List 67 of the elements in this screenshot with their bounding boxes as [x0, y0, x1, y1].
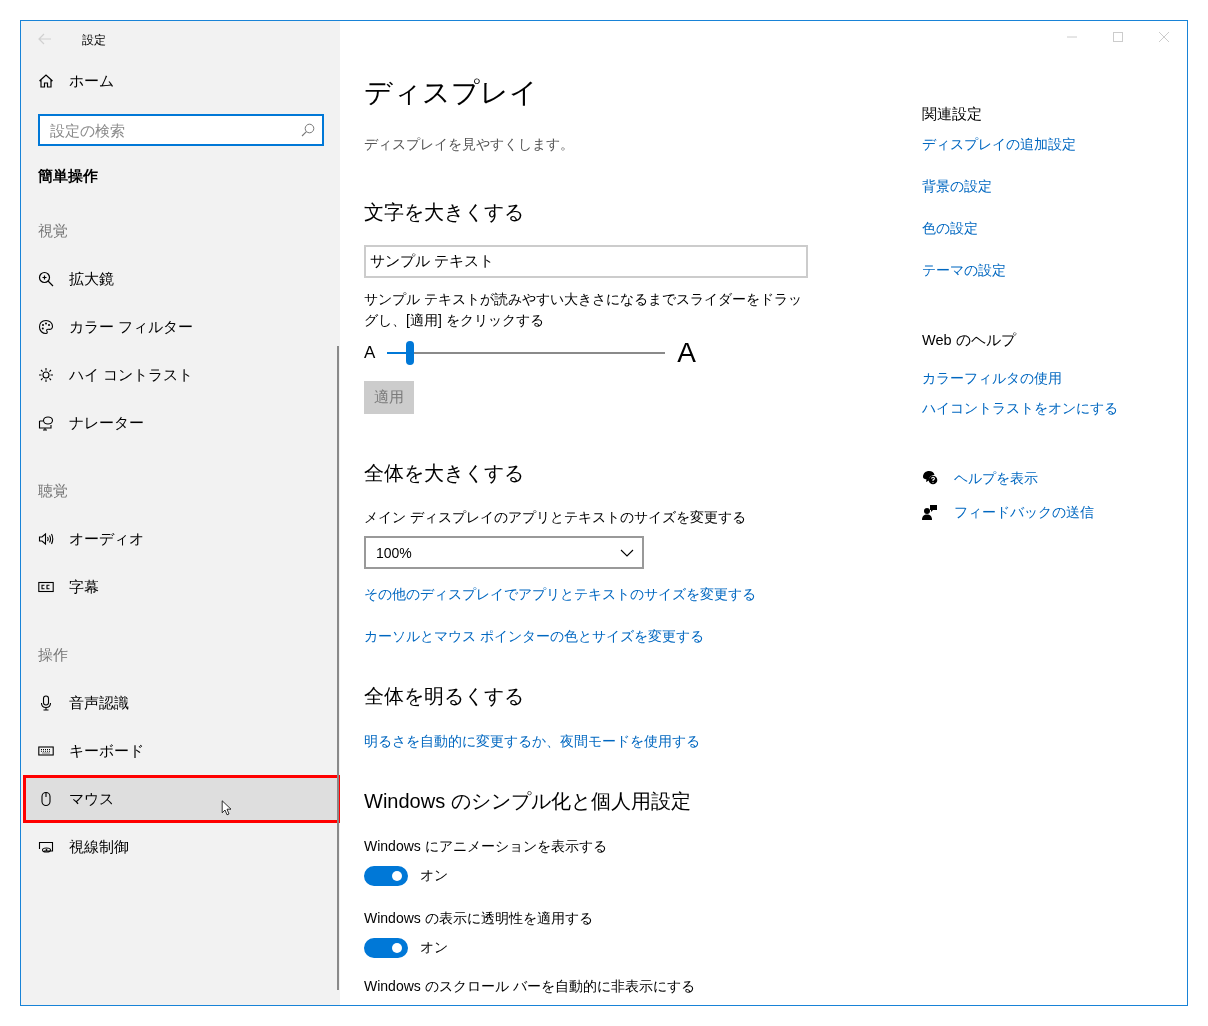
setting-label: Windows にアニメーションを表示する: [364, 837, 607, 856]
help-link[interactable]: ハイコントラストをオンにする: [922, 398, 1118, 418]
section-heading: Windows のシンプル化と個人用設定: [364, 789, 691, 814]
section-heading: 聴覚: [38, 481, 68, 501]
setting-label: Windows の表示に透明性を適用する: [364, 909, 593, 928]
slider-thumb[interactable]: [405, 341, 414, 365]
page-title: ディスプレイ: [364, 76, 538, 110]
related-link[interactable]: 背景の設定: [922, 176, 992, 196]
toggle-state: オン: [420, 867, 448, 885]
person-feedback-icon: [922, 504, 938, 520]
toggle-switch[interactable]: [364, 866, 408, 886]
nav-item[interactable]: キーボード: [23, 727, 340, 775]
support-link[interactable]: フィードバックの送信: [954, 502, 1094, 522]
eye-monitor-icon: [38, 839, 54, 855]
settings-link[interactable]: 明るさを自動的に変更するか、夜間モードを使用する: [364, 731, 700, 751]
chevron-down-icon: [620, 548, 634, 557]
page-subtitle: ディスプレイを見やすくします。: [364, 135, 574, 154]
setting-label: Windows のスクロール バーを自動的に非表示にする: [364, 977, 695, 996]
keyboard-icon: [38, 743, 54, 759]
palette-icon: [38, 319, 54, 335]
home-icon: [38, 73, 54, 89]
instruction-text: サンプル テキストが読みやすい大きさになるまでスライダーをドラッグし、[適用] をクリックする: [364, 290, 803, 330]
related-link[interactable]: ディスプレイの追加設定: [922, 134, 1076, 154]
nav-item[interactable]: 字幕: [23, 563, 340, 611]
nav-item[interactable]: 音声認識: [23, 679, 340, 727]
nav-item[interactable]: 拡大鏡: [23, 255, 340, 303]
section-heading: 視覚: [38, 221, 68, 241]
section-heading: 操作: [38, 645, 68, 665]
section-heading: 全体を大きくする: [364, 461, 524, 486]
magnifier-icon: [38, 271, 54, 287]
support-link[interactable]: ヘルプを表示: [954, 468, 1038, 488]
help-heading: Web のヘルプ: [922, 331, 1016, 350]
section-heading: 全体を明るくする: [364, 684, 524, 709]
nav-item[interactable]: 視線制御: [23, 823, 340, 871]
large-a-label: A: [677, 337, 697, 369]
search-icon: [301, 123, 315, 137]
settings-link[interactable]: その他のディスプレイでアプリとテキストのサイズを変更する: [364, 584, 756, 604]
nav-item[interactable]: マウス: [23, 775, 340, 823]
section-heading: 文字を大きくする: [364, 200, 524, 225]
home-nav-item[interactable]: ホーム: [38, 57, 324, 105]
search-field[interactable]: 設定の検索: [38, 114, 324, 146]
related-link[interactable]: テーマの設定: [922, 260, 1006, 280]
window-title: 設定: [82, 31, 106, 49]
settings-link[interactable]: カーソルとマウス ポインターの色とサイズを変更する: [364, 626, 704, 646]
small-a-label: A: [364, 343, 376, 363]
sample-text-field[interactable]: サンプル テキスト: [364, 245, 808, 278]
narrator-icon: [38, 415, 54, 431]
help-link[interactable]: カラーフィルタの使用: [922, 368, 1062, 388]
mouse-icon: [38, 791, 54, 807]
sun-icon: [38, 367, 54, 383]
microphone-icon: [38, 695, 54, 711]
scrollbar[interactable]: [337, 346, 339, 990]
nav-item[interactable]: ハイ コントラスト: [23, 351, 340, 399]
toggle-switch[interactable]: [364, 938, 408, 958]
nav-item[interactable]: オーディオ: [23, 515, 340, 563]
nav-item[interactable]: カラー フィルター: [23, 303, 340, 351]
chat-question-icon: [922, 470, 938, 486]
speaker-icon: [38, 531, 54, 547]
nav-item[interactable]: ナレーター: [23, 399, 340, 447]
toggle-state: オン: [420, 939, 448, 957]
category-title: 簡単操作: [38, 166, 99, 186]
related-link[interactable]: 色の設定: [922, 218, 978, 238]
back-arrow-icon[interactable]: [38, 33, 52, 45]
setting-label: メイン ディスプレイのアプリとテキストのサイズを変更する: [364, 508, 746, 527]
scale-dropdown[interactable]: 100%: [364, 536, 644, 569]
related-heading: 関連設定: [922, 105, 982, 124]
closed-captions-icon: [38, 579, 54, 595]
